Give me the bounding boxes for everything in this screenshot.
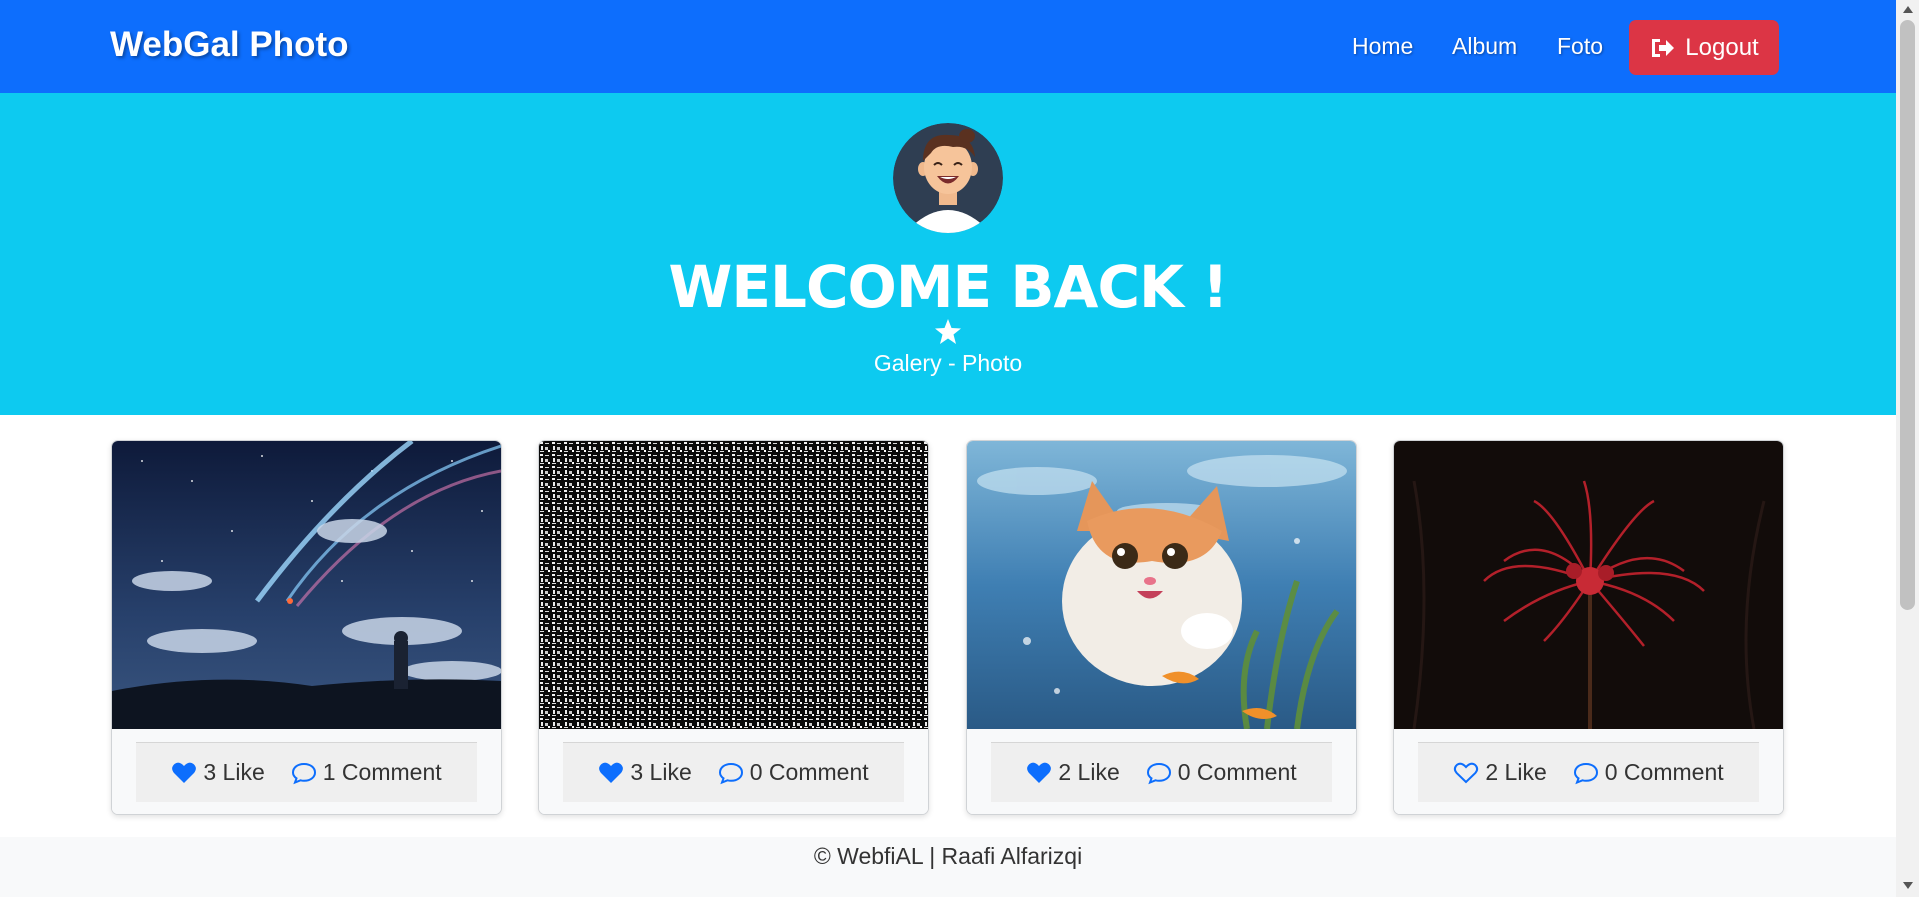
comment-icon xyxy=(1146,762,1171,784)
heart-filled-icon xyxy=(599,762,624,783)
photo-red-spider-lily[interactable] xyxy=(1394,441,1783,729)
navbar: WebGal Photo Home Album Foto Logout xyxy=(0,0,1896,93)
card-footer: 3 Like 0 Comment xyxy=(539,729,928,814)
photo-card: 2 Like 0 Comment xyxy=(966,440,1357,815)
comment-button[interactable]: 1 Comment xyxy=(291,759,442,786)
comment-icon xyxy=(291,762,316,784)
comment-count: 1 Comment xyxy=(322,759,442,785)
comment-button[interactable]: 0 Comment xyxy=(718,759,869,786)
star-icon xyxy=(935,319,961,344)
welcome-title: WELCOME BACK ! xyxy=(668,253,1228,321)
scroll-down-arrow-icon[interactable] xyxy=(1903,882,1913,889)
brand-logo[interactable]: WebGal Photo xyxy=(110,25,349,65)
heart-filled-icon xyxy=(1027,762,1052,783)
like-button[interactable]: 2 Like xyxy=(1453,759,1547,786)
photo-kitten-underwater[interactable] xyxy=(967,441,1356,729)
photo-comet-night-sky[interactable] xyxy=(112,441,501,729)
card-footer: 3 Like 1 Comment xyxy=(112,729,501,814)
like-button[interactable]: 3 Like xyxy=(171,759,265,786)
comment-button[interactable]: 0 Comment xyxy=(1573,759,1724,786)
vertical-scrollbar[interactable] xyxy=(1896,0,1919,897)
comment-count: 0 Comment xyxy=(1177,759,1297,785)
card-footer: 2 Like 0 Comment xyxy=(1394,729,1783,814)
like-button[interactable]: 3 Like xyxy=(598,759,692,786)
photo-card: 3 Like 1 Comment xyxy=(111,440,502,815)
hero-banner: WELCOME BACK ! Galery - Photo xyxy=(0,93,1896,415)
avatar xyxy=(893,123,1003,233)
comment-icon xyxy=(1573,762,1598,784)
heart-filled-icon xyxy=(172,762,197,783)
comment-count: 0 Comment xyxy=(749,759,869,785)
hero-subtitle: Galery - Photo xyxy=(873,350,1023,376)
like-button[interactable]: 2 Like xyxy=(1026,759,1120,786)
scroll-up-arrow-icon[interactable] xyxy=(1903,6,1913,13)
scrollbar-thumb[interactable] xyxy=(1900,20,1915,610)
card-footer: 2 Like 0 Comment xyxy=(967,729,1356,814)
nav-link-home[interactable]: Home xyxy=(1352,33,1413,60)
like-count: 2 Like xyxy=(1485,759,1547,785)
like-count: 2 Like xyxy=(1058,759,1120,785)
comment-button[interactable]: 0 Comment xyxy=(1146,759,1297,786)
page-footer: © WebfiAL | Raafi Alfarizqi xyxy=(0,837,1896,897)
like-count: 3 Like xyxy=(630,759,692,785)
photo-card: 2 Like 0 Comment xyxy=(1393,440,1784,815)
sign-out-icon xyxy=(1652,38,1675,57)
photo-matrix-code-pattern[interactable] xyxy=(539,441,928,729)
logout-button[interactable]: Logout xyxy=(1629,20,1779,75)
nav-link-album[interactable]: Album xyxy=(1452,33,1517,60)
comment-count: 0 Comment xyxy=(1604,759,1724,785)
logout-label: Logout xyxy=(1685,33,1759,61)
like-count: 3 Like xyxy=(203,759,265,785)
photo-card: 3 Like 0 Comment xyxy=(538,440,929,815)
heart-outline-icon xyxy=(1454,762,1479,783)
comment-icon xyxy=(718,762,743,784)
nav-link-foto[interactable]: Foto xyxy=(1557,33,1603,60)
